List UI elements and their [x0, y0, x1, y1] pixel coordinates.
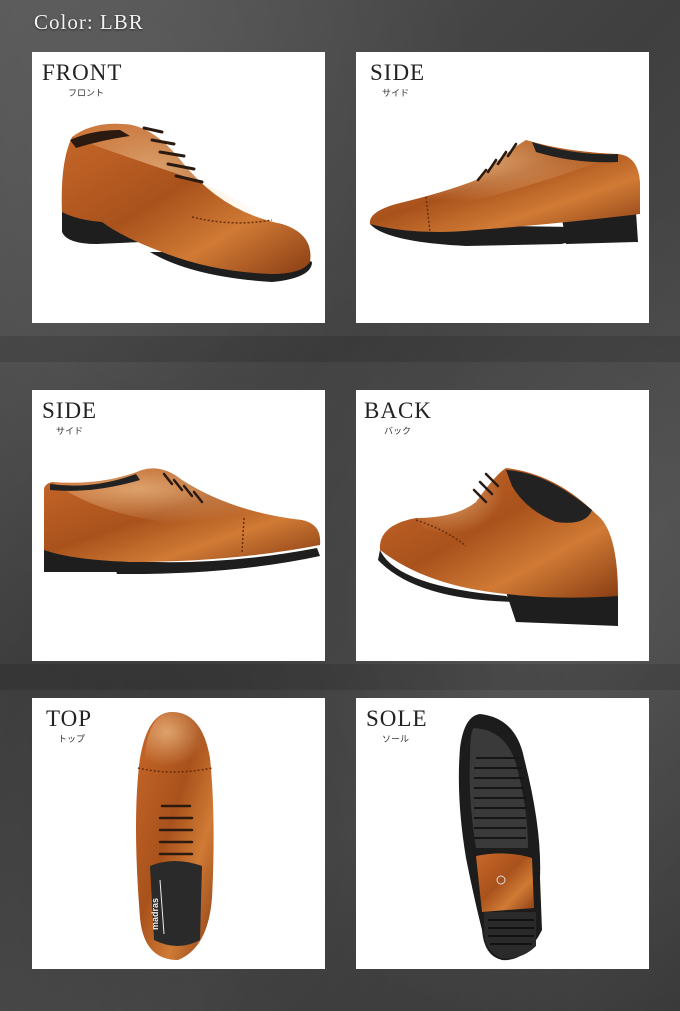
shoe-back-photo — [378, 468, 618, 626]
panel-back: BACK バック — [356, 390, 649, 661]
panel-top: TOP トップ madras — [32, 698, 325, 969]
insole-brand-text: madras — [150, 898, 160, 930]
panel-side-2: SIDE サイド — [32, 390, 325, 661]
shoe-side-photo — [369, 140, 640, 246]
shoe-side-photo — [44, 468, 321, 575]
shoe-sole-photo — [458, 714, 542, 961]
divider-band — [0, 336, 680, 362]
color-label: Color: LBR — [34, 10, 144, 34]
panel-sole: SOLE ソール — [356, 698, 649, 969]
shoe-front-photo — [61, 123, 312, 282]
divider-band — [0, 664, 680, 690]
shoe-top-photo: madras — [136, 712, 214, 960]
panel-side-1: SIDE サイド — [356, 52, 649, 323]
panel-front: FRONT フロント — [32, 52, 325, 323]
